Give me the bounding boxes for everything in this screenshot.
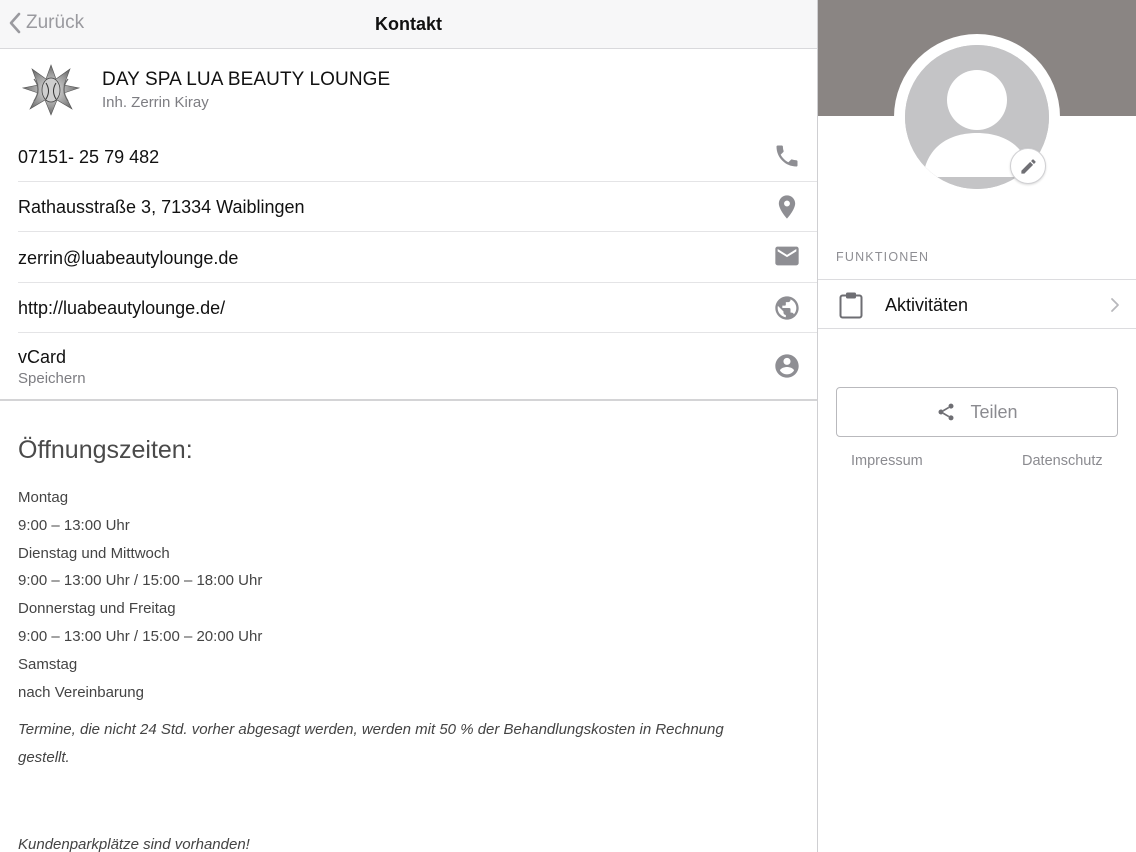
- activities-label: Aktivitäten: [885, 295, 969, 315]
- company-header: DAY SPA LUA BEAUTY LOUNGE Inh. Zerrin Ki…: [0, 49, 817, 133]
- hours-line: 9:00 – 13:00 Uhr / 15:00 – 18:00 Uhr: [18, 572, 263, 590]
- clipboard-icon: [839, 292, 863, 319]
- hours-line: Dienstag und Mittwoch: [18, 544, 170, 562]
- edit-avatar-button[interactable]: [1010, 148, 1046, 184]
- address-row[interactable]: Rathausstraße 3, 71334 Waiblingen: [0, 182, 817, 232]
- hours-line: nach Vereinbarung: [18, 683, 144, 701]
- hours-line: Donnerstag und Freitag: [18, 600, 176, 618]
- share-label: Teilen: [970, 401, 1018, 422]
- vcard-title: vCard: [18, 347, 67, 367]
- company-owner: Inh. Zerrin Kiray: [102, 94, 209, 111]
- share-button[interactable]: Teilen: [836, 387, 1118, 437]
- functions-section-label: FUNKTIONEN: [836, 250, 930, 264]
- contact-pane: Zurück Kontakt DAY SPA LUA BEAUTY LOUNGE…: [0, 0, 817, 852]
- email-address: zerrin@luabeautylounge.de: [18, 248, 239, 268]
- phone-icon: [773, 142, 801, 170]
- profile-sidebar: FUNKTIONEN Aktivitäten Teilen Impressum …: [818, 0, 1136, 852]
- pencil-icon: [1021, 159, 1036, 174]
- navigation-bar: Zurück Kontakt: [0, 0, 817, 49]
- address-text: Rathausstraße 3, 71334 Waiblingen: [18, 197, 305, 217]
- hours-line: 9:00 – 13:00 Uhr: [18, 516, 130, 534]
- hours-line: Samstag: [18, 655, 78, 673]
- location-pin-icon: [773, 193, 801, 221]
- company-logo: [21, 64, 81, 116]
- page-title: Kontakt: [375, 14, 442, 34]
- hours-line: 9:00 – 13:00 Uhr / 15:00 – 20:00 Uhr: [18, 627, 263, 645]
- globe-icon: [773, 294, 801, 322]
- vcard-row[interactable]: vCard Speichern: [0, 333, 817, 399]
- opening-hours: Öffnungszeiten: Montag 9:00 – 13:00 Uhr …: [18, 436, 808, 772]
- company-name: DAY SPA LUA BEAUTY LOUNGE: [102, 69, 391, 90]
- cancellation-note: Termine, die nicht 24 Std. vorher abgesa…: [18, 721, 724, 767]
- mail-icon: [773, 242, 801, 270]
- email-row[interactable]: zerrin@luabeautylounge.de: [0, 232, 817, 283]
- website-url: http://luabeautylounge.de/: [18, 298, 226, 318]
- section-divider: [0, 399, 817, 401]
- phone-number: 07151- 25 79 482: [18, 147, 160, 167]
- website-row[interactable]: http://luabeautylounge.de/: [0, 283, 817, 333]
- vcard-subtitle: Speichern: [18, 370, 86, 387]
- opening-hours-title: Öffnungszeiten:: [18, 436, 193, 464]
- share-icon: [938, 403, 954, 421]
- account-circle-icon: [773, 352, 801, 380]
- chevron-right-icon: [1111, 298, 1119, 312]
- hours-line: Montag: [18, 489, 69, 506]
- activities-row[interactable]: Aktivitäten: [818, 279, 1136, 329]
- imprint-link[interactable]: Impressum: [851, 453, 923, 469]
- privacy-link[interactable]: Datenschutz: [1022, 453, 1103, 469]
- phone-row[interactable]: 07151- 25 79 482: [0, 133, 817, 182]
- parking-note: Kundenparkplätze sind vorhanden!: [18, 836, 250, 852]
